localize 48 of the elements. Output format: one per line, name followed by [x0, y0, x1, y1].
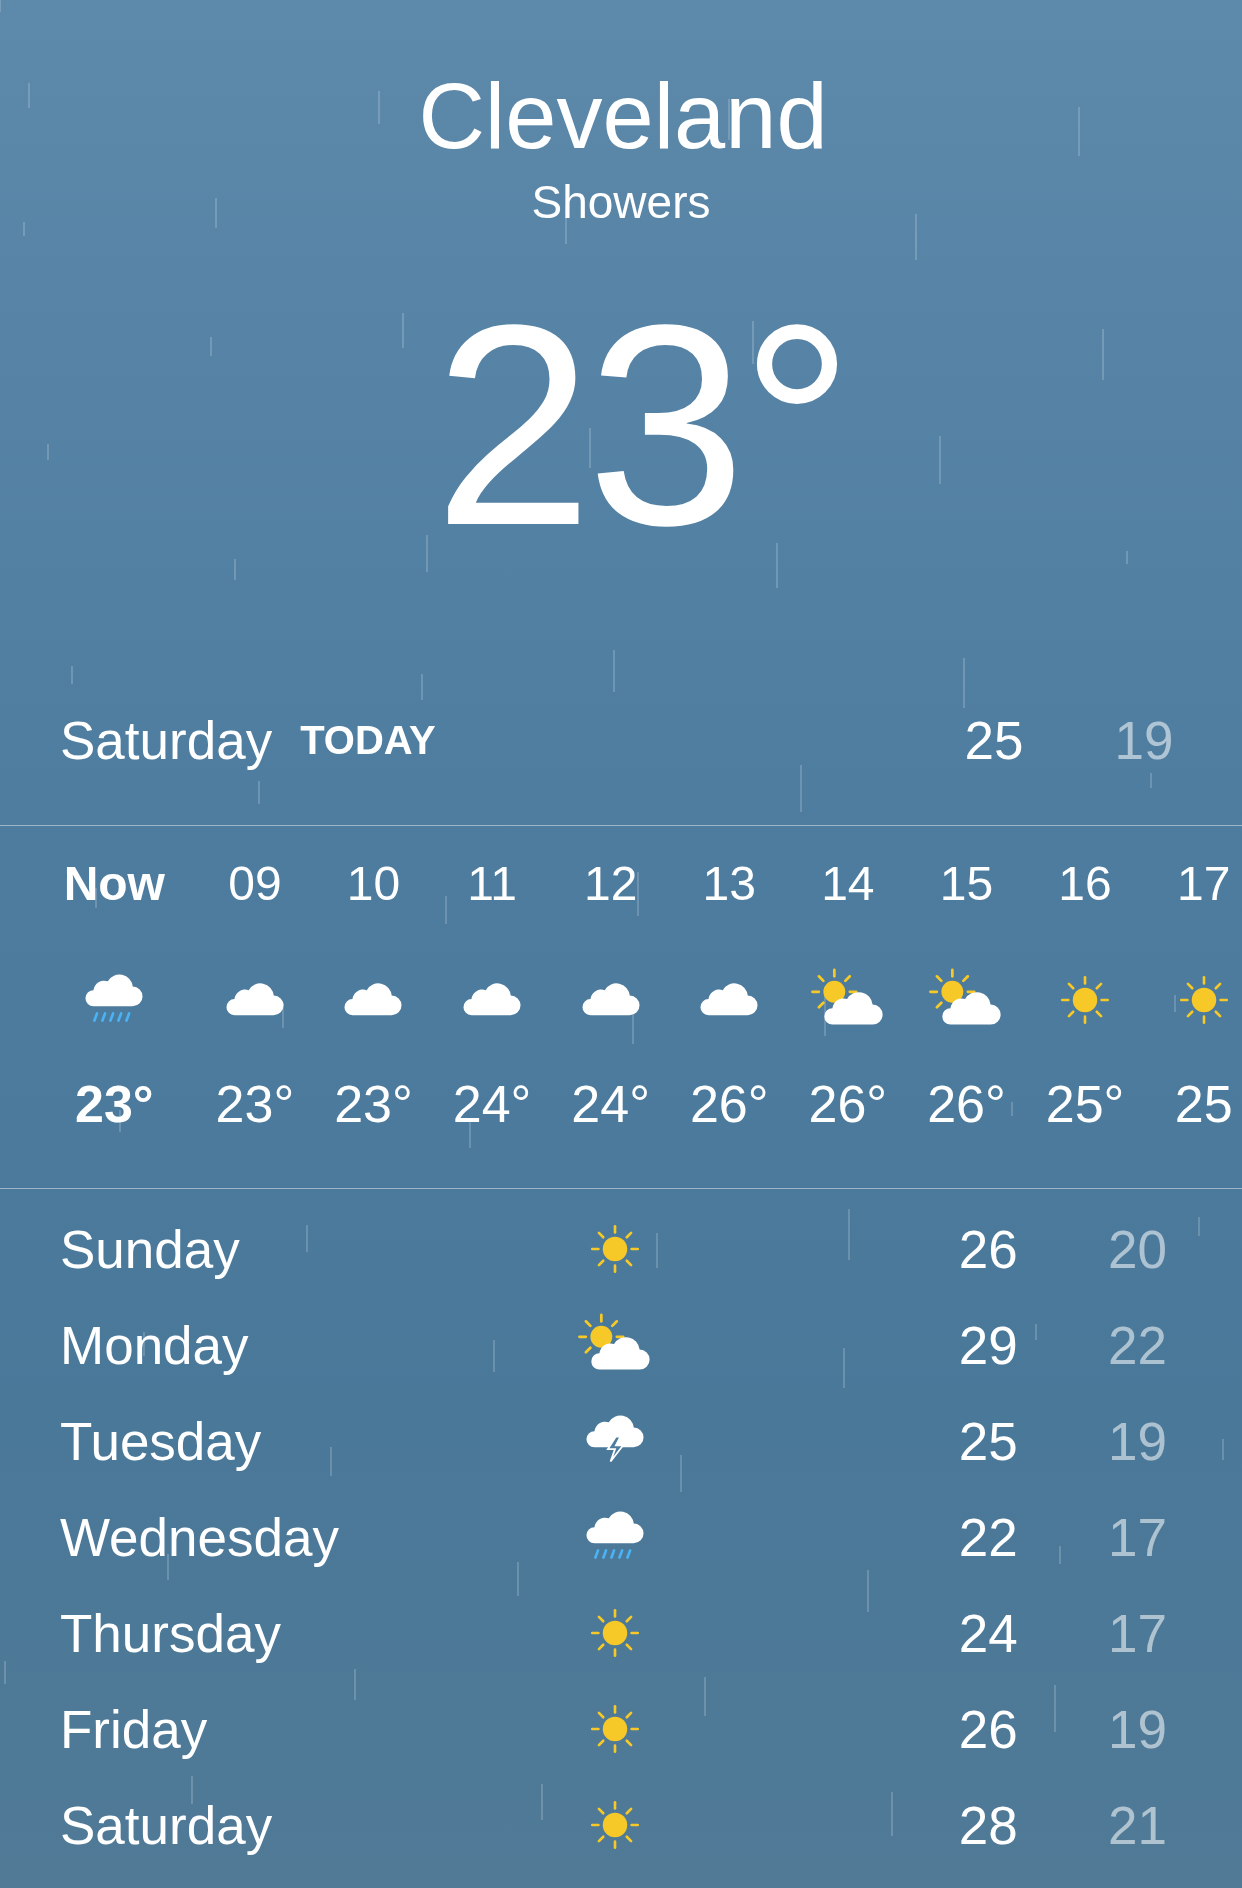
low-temperature: 22 — [1106, 1314, 1168, 1376]
day-name: Saturday — [60, 710, 273, 771]
hour-temperature: 23° — [334, 1074, 413, 1134]
hour-temperature: 25° — [1045, 1074, 1125, 1134]
hour-label: 16 — [1058, 856, 1112, 912]
day-name: Thursday — [60, 1602, 282, 1664]
hour-label: 17 — [1176, 856, 1231, 912]
high-temperature: 25 — [963, 710, 1025, 771]
hour-temperature: 24° — [452, 1074, 532, 1134]
hour-temperature: 24° — [571, 1074, 650, 1134]
low-temperature: 20 — [1106, 1218, 1168, 1280]
day-name: Saturday — [60, 1794, 274, 1856]
day-name: Monday — [60, 1314, 250, 1376]
hour-label: Now — [63, 856, 165, 912]
high-temperature: 22 — [957, 1506, 1019, 1568]
hour-temperature: 23° — [215, 1074, 295, 1134]
day-name: Sunday — [60, 1218, 241, 1280]
today-label: TODAY — [300, 718, 437, 763]
low-temperature: 19 — [1106, 1698, 1168, 1760]
hour-label: 15 — [939, 856, 994, 912]
low-temperature: 21 — [1106, 1794, 1168, 1856]
hour-label: 14 — [821, 856, 875, 912]
day-name: Wednesday — [60, 1506, 340, 1568]
hour-label: 09 — [228, 856, 282, 912]
day-name: Tuesday — [60, 1410, 263, 1472]
hour-temperature: 26° — [927, 1074, 1006, 1134]
high-temperature: 24 — [957, 1602, 1019, 1664]
low-temperature: 19 — [1113, 710, 1175, 771]
hour-temperature: 26° — [689, 1074, 769, 1134]
hour-temperature: 26° — [808, 1074, 888, 1134]
hour-label: 12 — [583, 856, 638, 912]
high-temperature: 29 — [957, 1314, 1019, 1376]
hour-temperature: 25 — [1174, 1074, 1233, 1134]
current-temperature: 23° — [433, 275, 849, 575]
hour-label: 13 — [702, 856, 756, 912]
high-temperature: 25 — [957, 1410, 1019, 1472]
low-temperature: 17 — [1106, 1506, 1168, 1568]
high-temperature: 26 — [957, 1698, 1019, 1760]
low-temperature: 19 — [1106, 1410, 1168, 1472]
city-name: Cleveland — [418, 64, 828, 169]
hour-label: 10 — [346, 856, 401, 912]
day-name: Friday — [60, 1698, 209, 1760]
weather-condition: Showers — [531, 175, 711, 230]
high-temperature: 28 — [957, 1794, 1019, 1856]
low-temperature: 17 — [1106, 1602, 1168, 1664]
hour-temperature: 23° — [74, 1074, 154, 1134]
high-temperature: 26 — [957, 1218, 1019, 1280]
hour-label: 11 — [467, 856, 517, 912]
